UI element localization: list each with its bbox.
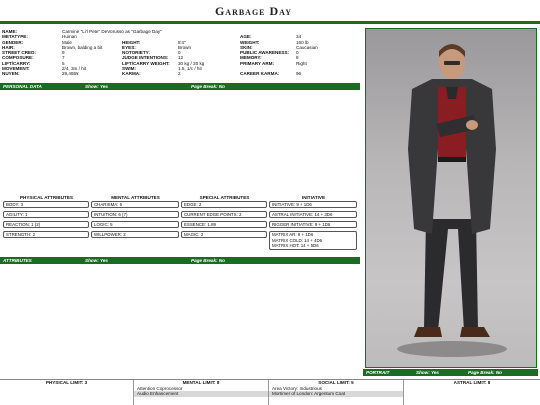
karma-label: KARMA: [122,71,141,77]
rigger-initiative-value[interactable]: RIGGER INITIATIVE: 9 + 1D6 [269,221,357,228]
charisma-attribute[interactable]: CHARISMA: 5 [91,201,179,208]
essence-attribute[interactable]: ESSENCE: 1.89 [181,221,267,228]
personal-data-page-break-toggle[interactable]: Page Break: No [191,83,291,90]
physical-limit-col: PHYSICAL LIMIT: 3 [0,380,134,405]
attributes-bar[interactable]: ATTRIBUTES Show: Yes Page Break: No [0,257,360,264]
career-karma-value: 96 [296,71,302,77]
edge-attribute[interactable]: EDGE: 2 [181,201,267,208]
portrait-bar-label: PORTRAIT [366,370,390,375]
personal-data-bar[interactable]: PERSONAL DATA Show: Yes Page Break: No [0,83,360,90]
attribute-headers: PHYSICAL ATTRIBUTES MENTAL ATTRIBUTES SP… [2,195,358,200]
logic-attribute[interactable]: LOGIC: 5 [91,221,179,228]
astral-limit: ASTRAL LIMIT: 8 [453,380,491,385]
special-attributes-header: SPECIAL ATTRIBUTES [199,195,250,200]
agility-attribute[interactable]: AGILITY: 1 [3,211,89,218]
portrait-page-break-toggle[interactable]: Page Break: No [468,369,538,376]
mental-limit-col: MENTAL LIMIT: 8 Attention Coprocessor Au… [134,380,269,405]
limits-section: PHYSICAL LIMIT: 3 MENTAL LIMIT: 8 Attent… [0,380,540,405]
willpower-attribute[interactable]: WILLPOWER: 2 [91,231,179,238]
mental-attributes-header: MENTAL ATTRIBUTES [111,195,160,200]
portrait-show-toggle[interactable]: Show: Yes [416,369,468,376]
karma-value: 2 [178,71,181,77]
attribute-grid: BODY: 3 CHARISMA: 5 EDGE: 2 INITIATIVE: … [3,201,359,253]
character-portrait [365,28,537,368]
magic-attribute[interactable]: MAGIC: 2 [181,231,267,238]
social-limit-item: Mortimer of London: Argentum Coat [269,391,403,397]
reaction-attribute[interactable]: REACTION: 1 (2) [3,221,89,228]
social-limit-col: SOCIAL LIMIT: 5 Area Victory: Industriou… [269,380,404,405]
career-karma-label: CAREER KARMA: [240,71,280,77]
title-divider [0,21,540,24]
personal-data-bar-label: PERSONAL DATA [3,84,42,89]
nuyen-value: 29,486¥ [62,71,79,77]
body-attribute[interactable]: BODY: 3 [3,201,89,208]
initiative-header: INITIATIVE [301,195,326,200]
page-title: Garbage Day [214,4,292,18]
personal-data-show-toggle[interactable]: Show: Yes [85,83,191,90]
matrix-initiative-box[interactable]: MATRIX AR: 9 + 1D6 MATRIX COLD: 14 + 4D6… [269,231,357,250]
mental-limit-item: Audio Enhancement [134,391,268,397]
astral-limit-col: ASTRAL LIMIT: 8 [404,380,540,405]
portrait-bar[interactable]: PORTRAIT Show: Yes Page Break: No [363,369,538,376]
physical-limit: PHYSICAL LIMIT: 3 [45,380,88,385]
intuition-attribute[interactable]: INTUITION: 6 (7) [91,211,179,218]
attributes-show-toggle[interactable]: Show: Yes [85,257,191,264]
initiative-value[interactable]: INITIATIVE: 9 + 1D6 [269,201,357,208]
attributes-page-break-toggle[interactable]: Page Break: No [191,257,291,264]
strength-attribute[interactable]: STRENGTH: 2 [3,231,89,238]
personal-data-block: NAME: Carmine "Li'l Pete" DeVorusso as "… [2,29,358,82]
matrix-hot: MATRIX HOT: 14 + 5D6 [272,243,319,248]
current-edge-attribute[interactable]: CURRENT EDGE POINTS: 2 [181,211,267,218]
nuyen-label: NUYEN: [2,71,20,77]
character-figure [397,44,507,357]
attributes-bar-label: ATTRIBUTES [3,258,32,263]
astral-initiative-value[interactable]: ASTRAL INITIATIVE: 14 + 3D6 [269,211,357,218]
physical-attributes-header: PHYSICAL ATTRIBUTES [19,195,73,200]
